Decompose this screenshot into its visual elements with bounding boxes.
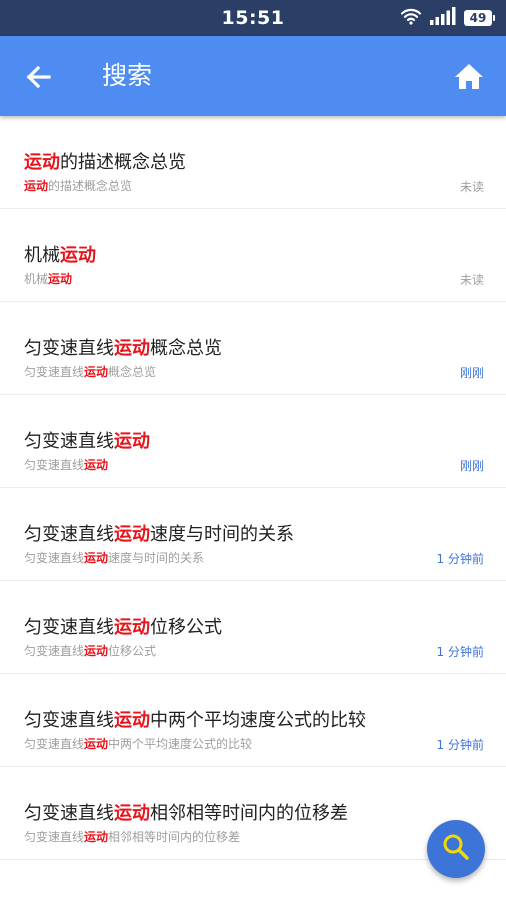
- title-suffix: 中两个平均速度公式的比较: [150, 710, 366, 731]
- title-suffix: 速度与时间的关系: [150, 524, 294, 545]
- title-suffix: 位移公式: [150, 617, 222, 638]
- item-subtitle: 匀变速直线运动中两个平均速度公式的比较: [24, 735, 252, 752]
- search-icon: [441, 832, 471, 866]
- item-status: 刚刚: [459, 459, 484, 473]
- subtitle-prefix: 匀变速直线: [24, 365, 85, 379]
- title-highlight: 运动: [114, 710, 150, 731]
- app-bar: 搜索: [0, 36, 506, 116]
- item-status: 未读: [459, 273, 484, 287]
- subtitle-prefix: 匀变速直线: [24, 644, 85, 658]
- status-icons: 49: [400, 7, 495, 29]
- subtitle-suffix: 的描述概念总览: [48, 179, 133, 193]
- title-suffix: 的描述概念总览: [60, 152, 186, 173]
- title-highlight: 运动: [114, 803, 150, 824]
- title-prefix: 机械: [24, 245, 60, 266]
- title-prefix: 匀变速直线: [24, 617, 114, 638]
- item-subtitle: 匀变速直线运动位移公式: [24, 642, 156, 659]
- search-button[interactable]: [427, 820, 485, 878]
- subtitle-suffix: 位移公式: [108, 644, 157, 658]
- item-title: 机械运动: [24, 241, 96, 267]
- subtitle-prefix: 机械: [24, 272, 49, 286]
- status-bar: 15:51 49: [0, 0, 506, 36]
- subtitle-highlight: 运动: [84, 458, 109, 472]
- back-button[interactable]: [18, 56, 60, 98]
- title-suffix: 概念总览: [150, 338, 222, 359]
- item-title: 运动的描述概念总览: [24, 148, 186, 174]
- item-subtitle: 匀变速直线运动: [24, 456, 108, 473]
- subtitle-highlight: 运动: [84, 365, 109, 379]
- wifi-icon: [400, 7, 422, 29]
- title-prefix: 匀变速直线: [24, 431, 114, 452]
- subtitle-highlight: 运动: [84, 737, 109, 751]
- item-status: 未读: [459, 180, 484, 194]
- subtitle-highlight: 运动: [24, 179, 49, 193]
- item-title: 匀变速直线运动速度与时间的关系: [24, 520, 294, 546]
- list-item[interactable]: 匀变速直线运动概念总览 匀变速直线运动概念总览 刚刚: [0, 302, 506, 395]
- item-status: 刚刚: [459, 366, 484, 380]
- subtitle-highlight: 运动: [84, 830, 109, 844]
- subtitle-prefix: 匀变速直线: [24, 830, 85, 844]
- title-prefix: 匀变速直线: [24, 803, 114, 824]
- title-prefix: 匀变速直线: [24, 524, 114, 545]
- home-button[interactable]: [448, 56, 490, 98]
- page-title: 搜索: [102, 61, 153, 90]
- list-item[interactable]: 匀变速直线运动位移公式 匀变速直线运动位移公式 1 分钟前: [0, 581, 506, 674]
- title-prefix: 匀变速直线: [24, 338, 114, 359]
- item-title: 匀变速直线运动中两个平均速度公式的比较: [24, 706, 366, 732]
- item-title: 匀变速直线运动概念总览: [24, 334, 222, 360]
- signal-icon: [430, 7, 456, 29]
- list-item[interactable]: 匀变速直线运动中两个平均速度公式的比较 匀变速直线运动中两个平均速度公式的比较 1 …: [0, 674, 506, 767]
- item-title: 匀变速直线运动位移公式: [24, 613, 222, 639]
- subtitle-highlight: 运动: [48, 272, 73, 286]
- item-subtitle: 匀变速直线运动概念总览: [24, 363, 156, 380]
- subtitle-suffix: 中两个平均速度公式的比较: [108, 737, 253, 751]
- title-highlight: 运动: [60, 245, 96, 266]
- item-subtitle: 机械运动: [24, 270, 72, 287]
- title-suffix: 相邻相等时间内的位移差: [150, 803, 348, 824]
- search-result-list: 运动的描述概念总览 运动的描述概念总览 未读 机械运动 机械运动 未读 匀变速直线运动概念总…: [0, 116, 506, 860]
- item-subtitle: 匀变速直线运动速度与时间的关系: [24, 549, 204, 566]
- list-item[interactable]: 机械运动 机械运动 未读: [0, 209, 506, 302]
- title-highlight: 运动: [24, 152, 60, 173]
- item-title: 匀变速直线运动: [24, 427, 150, 453]
- subtitle-prefix: 匀变速直线: [24, 551, 85, 565]
- subtitle-highlight: 运动: [84, 644, 109, 658]
- title-highlight: 运动: [114, 431, 150, 452]
- list-item[interactable]: 匀变速直线运动速度与时间的关系 匀变速直线运动速度与时间的关系 1 分钟前: [0, 488, 506, 581]
- subtitle-prefix: 匀变速直线: [24, 458, 85, 472]
- subtitle-suffix: 相邻相等时间内的位移差: [108, 830, 241, 844]
- subtitle-suffix: 速度与时间的关系: [108, 551, 205, 565]
- title-highlight: 运动: [114, 524, 150, 545]
- home-icon: [448, 64, 490, 102]
- item-status: 1 分钟前: [436, 552, 484, 566]
- item-subtitle: 匀变速直线运动相邻相等时间内的位移差: [24, 828, 240, 845]
- title-highlight: 运动: [114, 338, 150, 359]
- title-highlight: 运动: [114, 617, 150, 638]
- title-prefix: 匀变速直线: [24, 710, 114, 731]
- item-subtitle: 运动的描述概念总览: [24, 177, 132, 194]
- back-arrow-icon: [18, 65, 60, 102]
- subtitle-highlight: 运动: [84, 551, 109, 565]
- subtitle-prefix: 匀变速直线: [24, 737, 85, 751]
- item-status: 1 分钟前: [436, 645, 484, 659]
- item-title: 匀变速直线运动相邻相等时间内的位移差: [24, 799, 348, 825]
- subtitle-suffix: 概念总览: [108, 365, 157, 379]
- list-item[interactable]: 匀变速直线运动 匀变速直线运动 刚刚: [0, 395, 506, 488]
- list-item[interactable]: 运动的描述概念总览 运动的描述概念总览 未读: [0, 116, 506, 209]
- item-status: 1 分钟前: [436, 738, 484, 752]
- battery-indicator: 49: [464, 10, 495, 26]
